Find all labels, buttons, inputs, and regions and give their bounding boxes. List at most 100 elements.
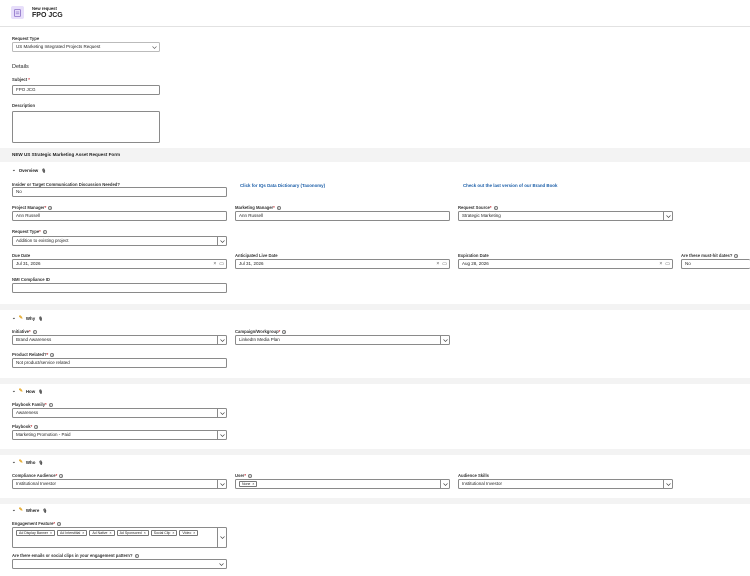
playbook-family-label: Playbook Family* i bbox=[12, 402, 53, 407]
chevron-down-icon bbox=[217, 560, 226, 568]
info-icon: i bbox=[57, 521, 62, 526]
request-icon bbox=[11, 6, 24, 19]
request-source-label: Request Source* i bbox=[458, 205, 498, 210]
engagement-tag[interactable]: Social Clip × bbox=[150, 530, 178, 536]
microphone-icon: 🎙 bbox=[42, 507, 48, 513]
chevron-down-icon bbox=[440, 336, 449, 344]
subject-input[interactable]: FPO JCG bbox=[12, 85, 160, 95]
must-hit-label: Are these must-hit dates? i bbox=[681, 253, 739, 258]
engagement-tag[interactable]: Ad Sponsored × bbox=[116, 530, 149, 536]
chevron-down-icon bbox=[217, 431, 226, 439]
section-who[interactable]: ⌄ ✎ Who 🎙 bbox=[12, 459, 43, 465]
request-type-overview-select[interactable]: Addition to existing project bbox=[12, 236, 227, 246]
section-where[interactable]: ⌄ ✎ Where 🎙 bbox=[12, 507, 47, 513]
remove-tag-icon: × bbox=[252, 482, 255, 486]
must-hit-select[interactable]: No bbox=[681, 259, 750, 269]
chevron-down-icon bbox=[217, 409, 226, 417]
remove-tag-icon[interactable]: × bbox=[82, 531, 84, 535]
remove-tag-icon[interactable]: × bbox=[110, 531, 112, 535]
data-dictionary-link[interactable]: Click for IQs Data Dictionary (Taxonomy) bbox=[240, 183, 325, 188]
description-label: Description bbox=[12, 103, 36, 108]
chevron-down-icon: ⌄ bbox=[12, 507, 16, 512]
compliance-audience-label: Compliance Audience* i bbox=[12, 473, 64, 478]
engagement-tag-label: Ad Native bbox=[92, 531, 108, 535]
pencil-icon: ✎ bbox=[18, 315, 23, 321]
expiration-date-input[interactable]: Aug 28, 2026 × ▭ bbox=[458, 259, 673, 269]
remove-tag-icon[interactable]: × bbox=[172, 531, 174, 535]
engagement-tag[interactable]: Ad Interstitial × bbox=[57, 530, 88, 536]
product-related-input[interactable]: Not product/service related bbox=[12, 358, 227, 368]
subject-label: Subject * bbox=[12, 77, 30, 82]
chevron-down-icon bbox=[217, 480, 226, 488]
separator-band bbox=[0, 304, 750, 310]
separator-band bbox=[0, 498, 750, 504]
details-heading: Details bbox=[12, 64, 29, 70]
initiative-label: Initiative* i bbox=[12, 329, 37, 334]
nmi-input[interactable] bbox=[12, 283, 227, 293]
request-type-label: Request Type bbox=[12, 36, 40, 41]
section-why[interactable]: ⌄ ✎ Why 🎙 bbox=[12, 315, 43, 321]
info-icon: i bbox=[59, 473, 64, 478]
calendar-icon[interactable]: ▭ bbox=[442, 260, 447, 268]
section-how[interactable]: ⌄ ✎ How 🎙 bbox=[12, 388, 43, 394]
social-clips-label: Are there emails or social clips in your… bbox=[12, 553, 139, 558]
info-icon: i bbox=[48, 205, 53, 210]
description-textarea[interactable] bbox=[12, 111, 160, 143]
calendar-icon[interactable]: ▭ bbox=[665, 260, 670, 268]
chevron-down-icon bbox=[217, 528, 226, 547]
request-source-select[interactable]: Strategic Marketing bbox=[458, 211, 673, 221]
live-date-input[interactable]: Jul 31, 2026 × ▭ bbox=[235, 259, 450, 269]
chevron-down-icon bbox=[663, 212, 672, 220]
compliance-audience-select[interactable]: Institutional Investor bbox=[12, 479, 227, 489]
calendar-icon[interactable]: ▭ bbox=[219, 260, 224, 268]
engagement-tag[interactable]: Ad Native × bbox=[89, 530, 115, 536]
clear-icon[interactable]: × bbox=[659, 260, 662, 268]
project-manager-input[interactable]: Ann Russell bbox=[12, 211, 227, 221]
info-icon: i bbox=[50, 352, 55, 357]
user-select[interactable]: None × bbox=[235, 479, 450, 489]
tag-list: Ad Display Banner × Ad Interstitial × Ad Nat… bbox=[16, 529, 211, 536]
playbook-select[interactable]: Marketing Promotion - Paid bbox=[12, 430, 227, 440]
engagement-tag-label: Social Clip bbox=[153, 531, 171, 535]
remove-tag-icon[interactable]: × bbox=[50, 531, 52, 535]
user-tag[interactable]: None × bbox=[239, 481, 258, 488]
initiative-select[interactable]: Brand Awareness bbox=[12, 335, 227, 345]
info-icon: i bbox=[134, 553, 139, 558]
separator-band bbox=[0, 449, 750, 455]
product-related-label: Product Related?* i bbox=[12, 352, 55, 357]
audience-skills-select[interactable]: Institutional Investor bbox=[458, 479, 673, 489]
chevron-down-icon bbox=[440, 480, 449, 488]
engagement-feature-select[interactable]: Ad Display Banner × Ad Interstitial × Ad Nat… bbox=[12, 527, 227, 548]
marketing-manager-input[interactable]: Ann Russell bbox=[235, 211, 450, 221]
engagement-tag-label: Ad Interstitial bbox=[60, 531, 81, 535]
chevron-down-icon bbox=[663, 480, 672, 488]
live-date-label: Anticipated Live Date bbox=[235, 253, 278, 258]
engagement-tag[interactable]: Ad Display Banner × bbox=[16, 530, 56, 536]
campaign-select[interactable]: LinkedIn Media Plan bbox=[235, 335, 450, 345]
section-overview-title: Overview bbox=[18, 167, 39, 173]
social-clips-select[interactable] bbox=[12, 559, 227, 569]
section-why-title: Why bbox=[25, 315, 36, 321]
playbook-label: Playbook* i bbox=[12, 424, 39, 429]
request-type-select[interactable]: US Marketing Integrated Projects Request bbox=[12, 42, 160, 52]
engagement-tag-label: Ad Sponsored bbox=[119, 531, 142, 535]
request-type-overview-label: Request Type* i bbox=[12, 229, 47, 234]
marketing-manager-label: Marketing Manager* i bbox=[235, 205, 281, 210]
chevron-down-icon: ⌄ bbox=[12, 167, 16, 172]
due-date-input[interactable]: Jul 31, 2026 × ▭ bbox=[12, 259, 227, 269]
clear-icon[interactable]: × bbox=[213, 260, 216, 268]
remove-tag-icon[interactable]: × bbox=[193, 531, 195, 535]
chevron-down-icon bbox=[217, 336, 226, 344]
engagement-tag[interactable]: Video × bbox=[179, 530, 199, 536]
request-type-value: US Marketing Integrated Projects Request bbox=[16, 44, 101, 49]
remove-tag-icon[interactable]: × bbox=[144, 531, 146, 535]
clear-icon[interactable]: × bbox=[436, 260, 439, 268]
playbook-family-select[interactable]: Awareness bbox=[12, 408, 227, 418]
section-overview[interactable]: ⌄ Overview 🎙 bbox=[12, 167, 46, 173]
page-title: FPO JCG bbox=[32, 12, 63, 19]
info-icon: i bbox=[34, 424, 39, 429]
info-icon: i bbox=[42, 229, 47, 234]
pencil-icon: ✎ bbox=[18, 388, 23, 394]
brand-book-link[interactable]: Check out the last version of our Brand … bbox=[463, 183, 557, 188]
insider-field[interactable]: No bbox=[12, 187, 227, 197]
